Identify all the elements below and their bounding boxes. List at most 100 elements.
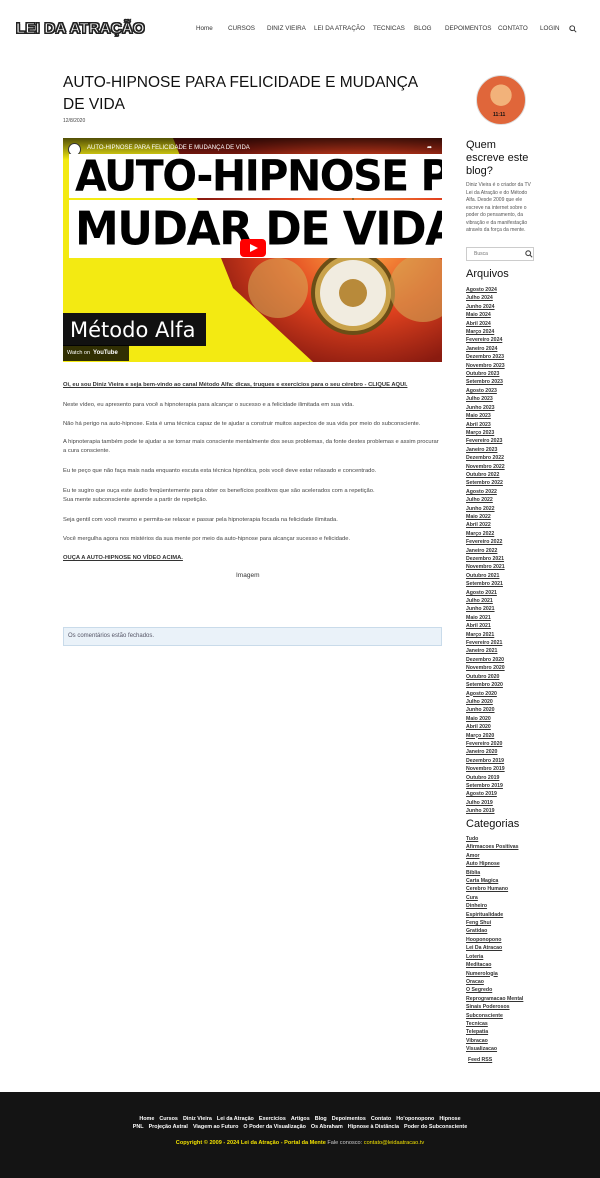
footer-nav-link[interactable]: Ho'oponopono [396,1116,434,1122]
category-link[interactable]: Numerologia [466,970,523,978]
category-link[interactable]: Sinais Poderosos [466,1003,523,1011]
archive-link[interactable]: Junho 2019 [466,807,505,815]
archive-link[interactable]: Outubro 2022 [466,471,505,479]
archive-link[interactable]: Agosto 2019 [466,790,505,798]
footer-nav-link[interactable]: Exercícios [259,1116,286,1122]
archive-link[interactable]: Janeiro 2020 [466,748,505,756]
archive-link[interactable]: Fevereiro 2024 [466,336,505,344]
archive-link[interactable]: Agosto 2023 [466,387,505,395]
nav-cursos[interactable]: CURSOS [228,25,255,32]
archive-link[interactable]: Março 2023 [466,429,505,437]
archive-link[interactable]: Julho 2023 [466,395,505,403]
archive-link[interactable]: Dezembro 2019 [466,757,505,765]
footer-nav-link[interactable]: O Poder da Visualização [243,1124,306,1130]
category-link[interactable]: Visualizacao [466,1045,523,1053]
category-link[interactable]: Tudo [466,835,523,843]
archive-link[interactable]: Abril 2021 [466,622,505,630]
footer-nav-link[interactable]: Home [139,1116,154,1122]
archive-link[interactable]: Setembro 2021 [466,580,505,588]
archive-link[interactable]: Abril 2022 [466,521,505,529]
category-link[interactable]: Meditacao [466,961,523,969]
nav-diniz-vieira[interactable]: DINIZ VIEIRA [267,25,306,32]
feed-rss-link[interactable]: Feed RSS [468,1057,492,1063]
archive-link[interactable]: Setembro 2023 [466,378,505,386]
archive-link[interactable]: Maio 2023 [466,412,505,420]
archive-link[interactable]: Novembro 2020 [466,664,505,672]
archive-link[interactable]: Agosto 2024 [466,286,505,294]
archive-link[interactable]: Julho 2020 [466,698,505,706]
category-link[interactable]: Vibracao [466,1037,523,1045]
category-link[interactable]: Gratidao [466,927,523,935]
category-link[interactable]: Tecnicas [466,1020,523,1028]
archive-link[interactable]: Novembro 2023 [466,362,505,370]
footer-nav-link[interactable]: Os Abraham [311,1124,343,1130]
category-link[interactable]: Cerebro Humano [466,885,523,893]
footer-nav-link[interactable]: Poder do Subconsciente [404,1124,467,1130]
category-link[interactable]: Biblia [466,869,523,877]
archive-link[interactable]: Julho 2022 [466,496,505,504]
archive-link[interactable]: Dezembro 2022 [466,454,505,462]
archive-link[interactable]: Junho 2024 [466,303,505,311]
footer-nav-link[interactable]: Contato [371,1116,391,1122]
archive-link[interactable]: Janeiro 2022 [466,547,505,555]
nav-lei-da-atracao[interactable]: LEI DA ATRAÇÃO [314,25,365,32]
archive-link[interactable]: Outubro 2021 [466,572,505,580]
footer-nav-link[interactable]: Cursos [159,1116,178,1122]
archive-link[interactable]: Dezembro 2020 [466,656,505,664]
nav-contato[interactable]: CONTATO [498,25,528,32]
archive-link[interactable]: Outubro 2023 [466,370,505,378]
watch-on-youtube-button[interactable]: Watch on YouTube [63,345,129,361]
archive-link[interactable]: Novembro 2019 [466,765,505,773]
archive-link[interactable]: Dezembro 2023 [466,353,505,361]
nav-depoimentos[interactable]: DEPOIMENTOS [445,25,491,32]
category-link[interactable]: Afirmacoes Positivas [466,843,523,851]
contact-email-link[interactable]: contato@leidaatracao.tv [364,1140,424,1146]
nav-login[interactable]: LOGIN [540,25,560,32]
category-link[interactable]: O Segredo [466,986,523,994]
archive-link[interactable]: Maio 2022 [466,513,505,521]
archive-link[interactable]: Julho 2019 [466,799,505,807]
archive-link[interactable]: Junho 2021 [466,605,505,613]
category-link[interactable]: Dinheiro [466,902,523,910]
archive-link[interactable]: Março 2021 [466,631,505,639]
category-link[interactable]: Auto Hipnose [466,860,523,868]
archive-link[interactable]: Fevereiro 2023 [466,437,505,445]
footer-nav-link[interactable]: Projeção Astral [149,1124,188,1130]
category-link[interactable]: Loteria [466,953,523,961]
intro-link[interactable]: Oi, eu sou Diniz Vieira e seja bem-vindo… [63,381,442,390]
archive-link[interactable]: Janeiro 2021 [466,647,505,655]
archive-link[interactable]: Abril 2023 [466,421,505,429]
footer-nav-link[interactable]: Hipnose [439,1116,460,1122]
archive-link[interactable]: Junho 2023 [466,404,505,412]
site-logo[interactable]: LEI DA ATRAÇÃO [16,20,146,38]
archive-link[interactable]: Fevereiro 2020 [466,740,505,748]
category-link[interactable]: Hooponopono [466,936,523,944]
archive-link[interactable]: Julho 2024 [466,294,505,302]
category-link[interactable]: Reprogramacao Mental [466,995,523,1003]
category-link[interactable]: Lei Da Atracao [466,944,523,952]
nav-home[interactable]: Home [196,25,213,32]
category-link[interactable]: Telepatia [466,1028,523,1036]
footer-nav-link[interactable]: Depoimentos [332,1116,366,1122]
youtube-video-embed[interactable]: AUTO-HIPNOSE PARA FELICIDADE E MUDANÇA D… [63,138,442,362]
archive-link[interactable]: Setembro 2022 [466,479,505,487]
footer-nav-link[interactable]: Lei da Atração [217,1116,254,1122]
archive-link[interactable]: Janeiro 2024 [466,345,505,353]
archive-link[interactable]: Fevereiro 2022 [466,538,505,546]
category-link[interactable]: Cura [466,894,523,902]
archive-link[interactable]: Julho 2021 [466,597,505,605]
archive-link[interactable]: Janeiro 2023 [466,446,505,454]
search-input[interactable] [467,248,523,260]
search-icon[interactable] [525,250,533,258]
nav-tecnicas[interactable]: TECNICAS [373,25,405,32]
archive-link[interactable]: Setembro 2020 [466,681,505,689]
category-link[interactable]: Espiritualidade [466,911,523,919]
archive-link[interactable]: Setembro 2019 [466,782,505,790]
archive-link[interactable]: Novembro 2021 [466,563,505,571]
search-icon[interactable] [569,25,577,33]
footer-nav-link[interactable]: PNL [133,1124,144,1130]
archive-link[interactable]: Abril 2020 [466,723,505,731]
archive-link[interactable]: Junho 2022 [466,505,505,513]
archive-link[interactable]: Outubro 2020 [466,673,505,681]
category-link[interactable]: Amor [466,852,523,860]
